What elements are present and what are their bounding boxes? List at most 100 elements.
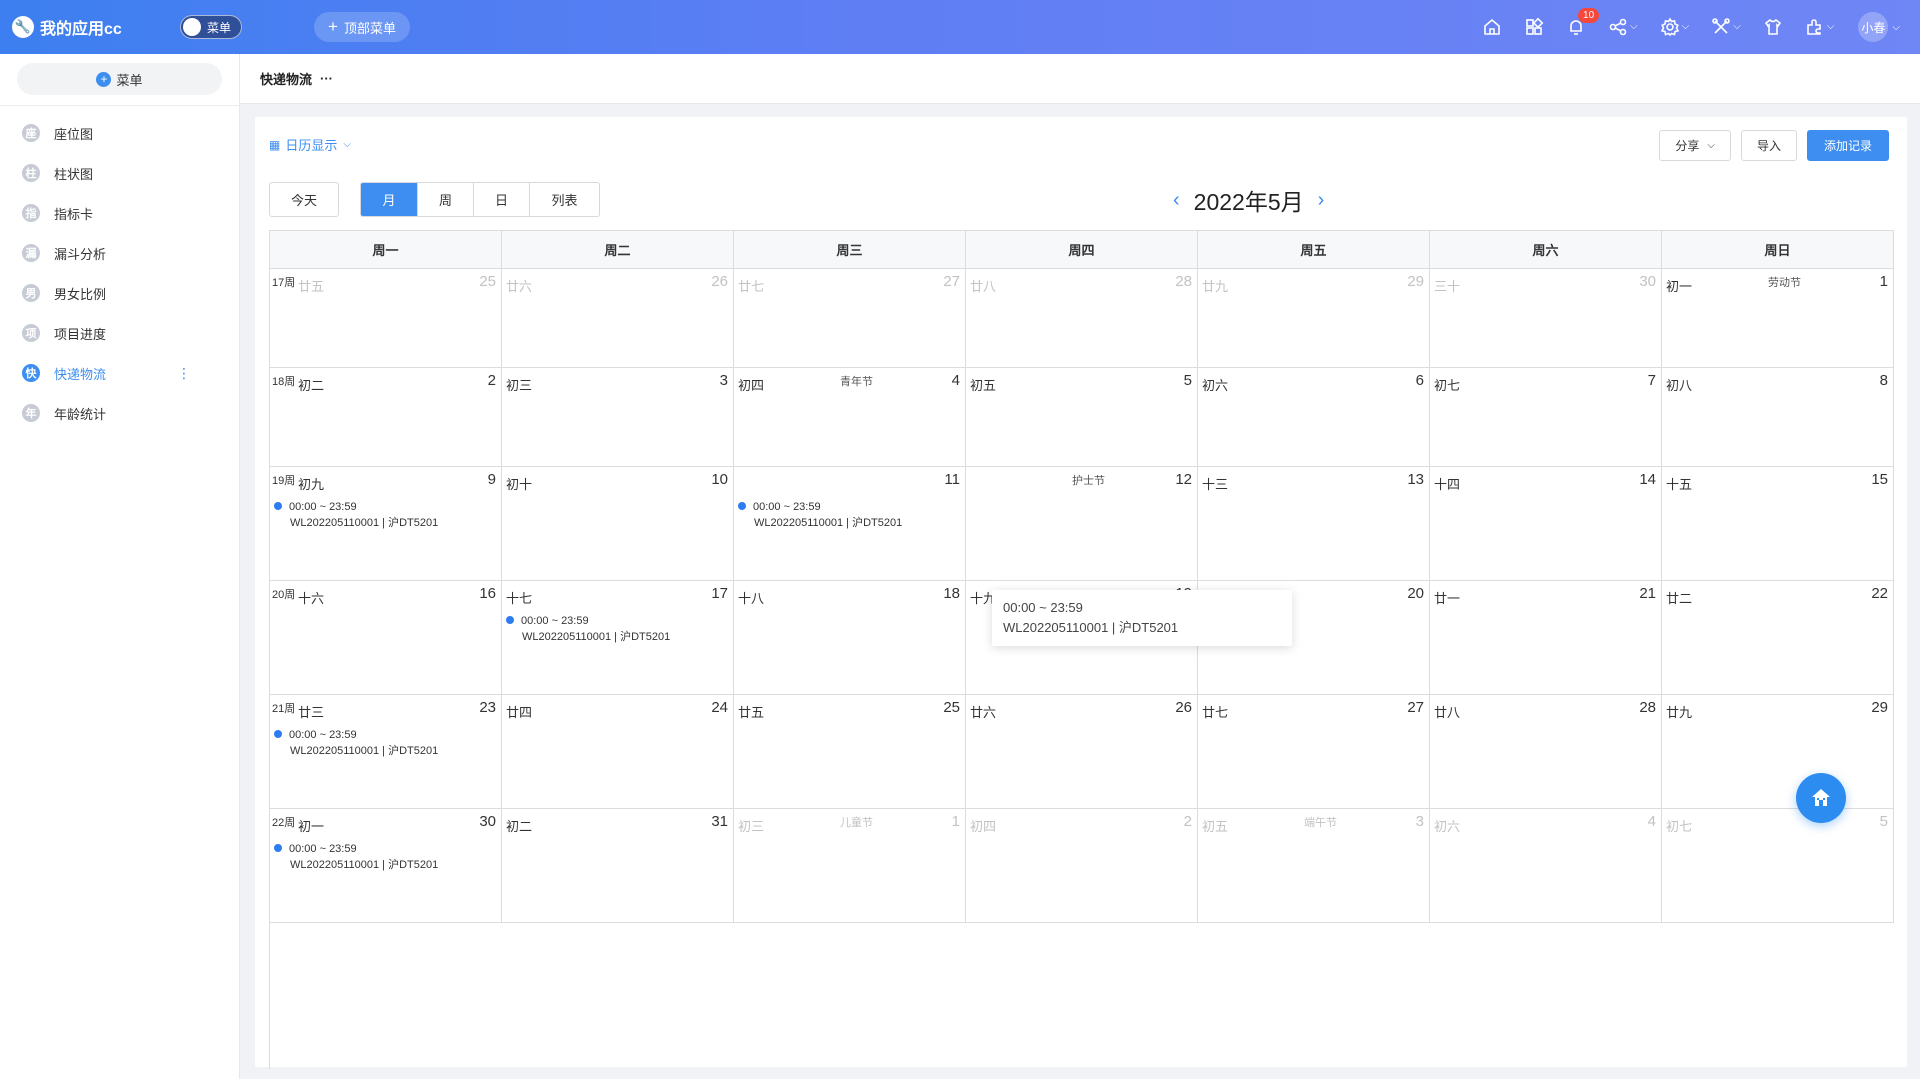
calendar-day-cell[interactable]: 十四 14 (1430, 467, 1662, 581)
sidebar-item[interactable]: 柱柱状图 (0, 153, 239, 193)
calendar-event[interactable]: 00:00 ~ 23:59 WL202205110001 | 沪DT5201 (274, 499, 438, 531)
calendar-day-cell[interactable]: 22周 初一 30 00:00 ~ 23:59 WL202205110001 | 沪DT… (270, 809, 502, 923)
day-number: 1 (951, 813, 960, 830)
view-tab[interactable]: 月 (361, 183, 417, 216)
day-number: 11 (944, 471, 960, 488)
event-tooltip: 00:00 ~ 23:59 WL202205110001 | 沪DT5201 (992, 590, 1292, 646)
calendar-day-cell[interactable]: 廿八 28 (966, 269, 1198, 368)
calendar-day-cell[interactable]: 护士节 12 (966, 467, 1198, 581)
import-button[interactable]: 导入 (1740, 130, 1797, 161)
calendar-day-cell[interactable]: 廿九 29 (1662, 695, 1894, 809)
calendar-day-cell[interactable]: 廿四 24 (502, 695, 734, 809)
event-title: WL202205110001 | 沪DT5201 (522, 631, 671, 643)
home-icon[interactable] (1482, 17, 1502, 37)
calendar-day-cell[interactable]: 11 00:00 ~ 23:59 WL202205110001 | 沪DT5201 (734, 467, 966, 581)
bell-icon[interactable]: 10 (1566, 8, 1600, 37)
calendar-day-cell[interactable]: 17周 廿五 25 (270, 269, 502, 368)
calendar-event[interactable]: 00:00 ~ 23:59 WL202205110001 | 沪DT5201 (274, 727, 438, 759)
share-button[interactable]: 分享 ⌵ (1659, 130, 1731, 161)
divider (0, 105, 239, 106)
calendar-day-cell[interactable]: 廿一 21 (1430, 581, 1662, 695)
calendar-day-cell[interactable]: 初六 4 (1430, 809, 1662, 923)
sidebar-item[interactable]: 座座位图 (0, 113, 239, 153)
app-logo[interactable]: 🔧 我的应用cc (12, 15, 167, 39)
calendar-day-cell[interactable]: 21周 廿三 23 00:00 ~ 23:59 WL202205110001 | 沪DT… (270, 695, 502, 809)
page-title: 快递物流 (260, 72, 313, 87)
calendar-day-cell[interactable]: 18周 初二 2 (270, 368, 502, 467)
prev-month-icon[interactable]: ‹ (1165, 189, 1188, 212)
calendar-event[interactable]: 00:00 ~ 23:59 WL202205110001 | 沪DT5201 (506, 613, 670, 645)
calendar-day-cell[interactable]: 初六 6 (1198, 368, 1430, 467)
calendar-day-cell[interactable]: 初五 5 (966, 368, 1198, 467)
add-menu-button[interactable]: + 菜单 (17, 63, 222, 95)
calendar-day-cell[interactable]: 廿九 29 (1198, 269, 1430, 368)
lunar-date: 廿五 (298, 279, 325, 294)
calendar-day-cell[interactable]: 廿七 27 (734, 269, 966, 368)
sidebar-item[interactable]: 漏漏斗分析 (0, 233, 239, 273)
calendar-day-cell[interactable]: 十五 15 (1662, 467, 1894, 581)
calendar-day-cell[interactable]: 初三 3 (502, 368, 734, 467)
calendar-day-cell[interactable]: 廿六 26 (502, 269, 734, 368)
sidebar-item[interactable]: 年年龄统计 (0, 393, 239, 433)
lunar-date: 初七 (1434, 378, 1461, 393)
chevron-down-icon: ⌵ (1681, 21, 1690, 32)
calendar-day-cell[interactable]: 初七 5 (1662, 809, 1894, 923)
week-number: 20周 (272, 589, 296, 601)
calendar-day-cell[interactable]: 十八 18 (734, 581, 966, 695)
calendar-day-cell[interactable]: 初三 儿童节 1 (734, 809, 966, 923)
more-vertical-icon[interactable]: ⋮ (177, 365, 191, 382)
view-tab[interactable]: 日 (473, 183, 529, 216)
week-number: 21周 (272, 703, 296, 715)
calendar-day-cell[interactable]: 初一 劳动节 1 (1662, 269, 1894, 368)
calendar-day-cell[interactable]: 初四 2 (966, 809, 1198, 923)
calendar-day-cell[interactable]: 廿二 22 (1662, 581, 1894, 695)
menu-toggle-switch[interactable]: 菜单 (180, 15, 242, 39)
calendar-day-cell[interactable]: 廿八 28 (1430, 695, 1662, 809)
sidebar-item[interactable]: 指指标卡 (0, 193, 239, 233)
share-icon[interactable]: ⌵ (1608, 17, 1638, 37)
sidebar-item[interactable]: 项项目进度 (0, 313, 239, 353)
weekday-label: 周二 (502, 231, 734, 269)
day-number: 23 (479, 699, 496, 716)
calendar-day-cell[interactable]: 三十 30 (1430, 269, 1662, 368)
calendar-day-cell[interactable]: 廿六 26 (966, 695, 1198, 809)
event-time: 00:00 ~ 23:59 (289, 501, 357, 513)
festival-label: 青年节 (840, 376, 873, 388)
calendar-day-cell[interactable]: 初五 端午节 3 (1198, 809, 1430, 923)
top-menu-button[interactable]: + 顶部菜单 (314, 12, 410, 42)
calendar-day-cell[interactable]: 初十 10 (502, 467, 734, 581)
view-tab[interactable]: 列表 (529, 183, 599, 216)
calendar-day-cell[interactable]: 初八 8 (1662, 368, 1894, 467)
more-options-icon[interactable]: ··· (320, 71, 333, 86)
sidebar-item[interactable]: 快快递物流 ⋮ (0, 353, 239, 393)
calendar-day-cell[interactable]: 廿五 25 (734, 695, 966, 809)
day-number: 22 (1871, 585, 1888, 602)
calendar-day-cell[interactable]: 19周 初九 9 00:00 ~ 23:59 WL202205110001 | 沪DT5… (270, 467, 502, 581)
gear-icon[interactable]: ⌵ (1660, 17, 1690, 37)
today-button[interactable]: 今天 (269, 182, 339, 217)
next-month-icon[interactable]: › (1310, 189, 1333, 212)
menu-badge: 柱 (22, 164, 40, 182)
calendar-day-cell[interactable]: 十三 13 (1198, 467, 1430, 581)
action-buttons: 分享 ⌵ 导入 添加记录 (1649, 130, 1889, 161)
add-record-button[interactable]: 添加记录 (1806, 130, 1889, 161)
calendar-day-cell[interactable]: 初七 7 (1430, 368, 1662, 467)
shirt-icon[interactable] (1763, 17, 1783, 37)
apps-icon[interactable] (1524, 17, 1544, 37)
lunar-date: 十六 (298, 591, 325, 606)
calendar-event[interactable]: 00:00 ~ 23:59 WL202205110001 | 沪DT5201 (274, 841, 438, 873)
sidebar-item[interactable]: 男男女比例 (0, 273, 239, 313)
plugin-icon[interactable]: ⌵ (1805, 17, 1834, 37)
home-fab-button[interactable] (1796, 773, 1846, 823)
calendar-event[interactable]: 00:00 ~ 23:59 WL202205110001 | 沪DT5201 (738, 499, 902, 531)
calendar-day-cell[interactable]: 初二 31 (502, 809, 734, 923)
tools-icon[interactable]: ⌵ (1711, 17, 1741, 37)
calendar-day-cell[interactable]: 初四 青年节 4 (734, 368, 966, 467)
user-menu[interactable]: 小春 ⌵ (1858, 12, 1900, 42)
view-tab[interactable]: 周 (417, 183, 473, 216)
calendar-day-cell[interactable]: 廿七 27 (1198, 695, 1430, 809)
calendar-day-cell[interactable]: 20周 十六 16 (270, 581, 502, 695)
weekday-label: 周三 (734, 231, 966, 269)
view-mode-dropdown[interactable]: ▦ 日历显示 ⌵ (269, 135, 351, 154)
calendar-day-cell[interactable]: 十七 17 00:00 ~ 23:59 WL202205110001 | 沪DT520… (502, 581, 734, 695)
